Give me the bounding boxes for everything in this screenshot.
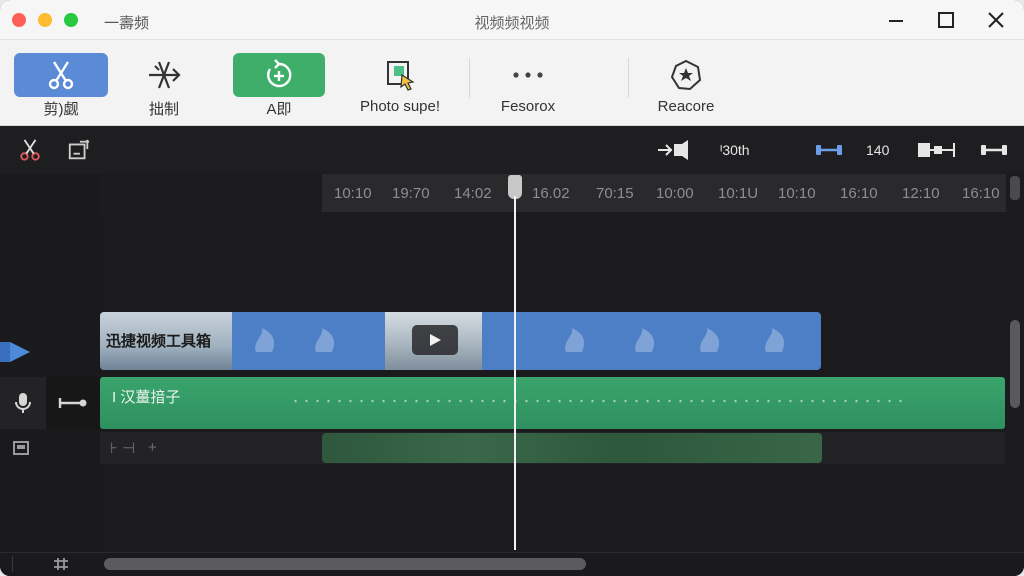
audio-shrink-icon[interactable] xyxy=(656,138,696,162)
split-tool-button[interactable]: 拙制 xyxy=(124,40,204,126)
toolbar-item-label: 剪)觑 xyxy=(43,101,79,118)
title-bar: 一壽频 视频频视频 xyxy=(0,0,1024,40)
clip-pattern-icon xyxy=(700,328,720,352)
toolbar-item-label: Reacore xyxy=(657,98,715,115)
subtitle-track-icon[interactable] xyxy=(12,440,30,456)
clip-pattern-icon xyxy=(565,328,585,352)
ruler-tick-label: 10:10 xyxy=(778,185,816,202)
play-icon xyxy=(430,334,441,346)
record-tool-button[interactable]: Reacore xyxy=(646,40,726,126)
toolbar-item-label: 拙制 xyxy=(148,101,179,118)
ruler-tick-label: 12:10 xyxy=(902,185,940,202)
photo-cursor-icon xyxy=(350,53,450,97)
ruler-tick-label: 16:10 xyxy=(962,185,1000,202)
play-preview-button[interactable] xyxy=(412,325,458,355)
badge-icon xyxy=(646,53,726,97)
app-name: 一壽频 xyxy=(104,15,150,32)
close-traffic-light[interactable] xyxy=(12,13,26,27)
ruler-tick-label: 19:70 xyxy=(392,185,430,202)
close-icon[interactable] xyxy=(984,8,1008,32)
video-clip-title: 迅捷视频工具箱 xyxy=(106,333,212,350)
maximize-icon[interactable] xyxy=(934,8,958,32)
minimize-icon[interactable] xyxy=(884,8,908,32)
bottom-divider xyxy=(12,556,13,572)
playhead-line[interactable] xyxy=(514,196,516,550)
scissors-icon xyxy=(14,53,108,97)
video-track-marker[interactable] xyxy=(0,340,32,364)
toolbar-separator xyxy=(469,58,470,98)
add-tool-button[interactable]: A即 xyxy=(233,40,325,126)
vertical-scroll-top-button[interactable] xyxy=(1010,176,1020,200)
editor-window: 一壽频 视频频视频 剪)觑 拙制 A即 Photo supe! Fesorox … xyxy=(0,0,1024,576)
split-icon xyxy=(124,53,204,97)
zoom-value: 140 xyxy=(866,142,890,158)
photo-tool-button[interactable]: Photo supe! xyxy=(350,40,450,126)
add-rotate-icon xyxy=(233,53,325,97)
fit-track-icon[interactable] xyxy=(916,138,958,162)
audio-track-link xyxy=(46,377,100,429)
toolbar-separator xyxy=(628,58,629,98)
more-dots-icon xyxy=(488,53,568,97)
ruler-tick-label: 16.02 xyxy=(532,185,570,202)
toolbar-item-label: Fesorox xyxy=(500,98,556,115)
horizontal-scroll-thumb[interactable] xyxy=(104,558,586,570)
time-ruler[interactable]: 10:10 19:70 14:02 16.02 70:15 10:00 10:1… xyxy=(322,174,1006,212)
ruler-tick-label: 10:10 xyxy=(334,185,372,202)
clip-pattern-icon xyxy=(765,328,785,352)
zoom-traffic-light[interactable] xyxy=(64,13,78,27)
audio-track-header xyxy=(0,377,46,429)
ruler-tick-label: 10:00 xyxy=(656,185,694,202)
microphone-icon[interactable] xyxy=(14,391,32,415)
more-tool-button[interactable]: Fesorox xyxy=(488,40,568,126)
effect-marker: + xyxy=(148,439,157,456)
audio-clip-title: I 汉薑揞子 xyxy=(112,389,181,406)
clip-pattern-icon xyxy=(315,328,335,352)
main-toolbar: 剪)觑 拙制 A即 Photo supe! Fesorox Reacore xyxy=(0,40,1024,158)
speed-label[interactable]: ᴵ30th xyxy=(720,138,750,162)
link-icon[interactable] xyxy=(58,395,88,411)
export-frame-icon[interactable] xyxy=(66,138,92,162)
vertical-scroll-thumb[interactable] xyxy=(1010,320,1020,408)
clip-pattern-icon xyxy=(635,328,655,352)
window-title: 视频频视频 xyxy=(474,15,550,32)
audio-clip[interactable]: I 汉薑揞子 xyxy=(100,377,1005,429)
zoom-in-track-icon[interactable] xyxy=(980,138,1008,162)
ruler-tick-label: 10:1U xyxy=(718,185,759,202)
ruler-tick-label: 16:10 xyxy=(840,185,878,202)
video-clip[interactable]: 迅捷视频工具箱 xyxy=(100,312,821,370)
cut-tool-button[interactable]: 剪)觑 xyxy=(14,40,108,126)
toolbar-item-label: A即 xyxy=(266,101,292,118)
timeline-toolbar: ᴵ30th 140 xyxy=(0,126,1024,174)
ruler-tick-label: 14:02 xyxy=(454,185,492,202)
effect-clip[interactable] xyxy=(322,433,822,463)
effect-marker: ⊦ ⊣ xyxy=(110,440,136,457)
minimize-traffic-light[interactable] xyxy=(38,13,52,27)
clip-pattern-icon xyxy=(255,328,275,352)
toolbar-item-label: Photo supe! xyxy=(359,98,441,115)
track-height-icon[interactable] xyxy=(52,556,70,572)
scissors-icon[interactable] xyxy=(18,138,42,162)
ruler-tick-label: 70:15 xyxy=(596,185,634,202)
zoom-out-track-icon[interactable] xyxy=(814,138,844,162)
audio-waveform xyxy=(290,399,910,403)
